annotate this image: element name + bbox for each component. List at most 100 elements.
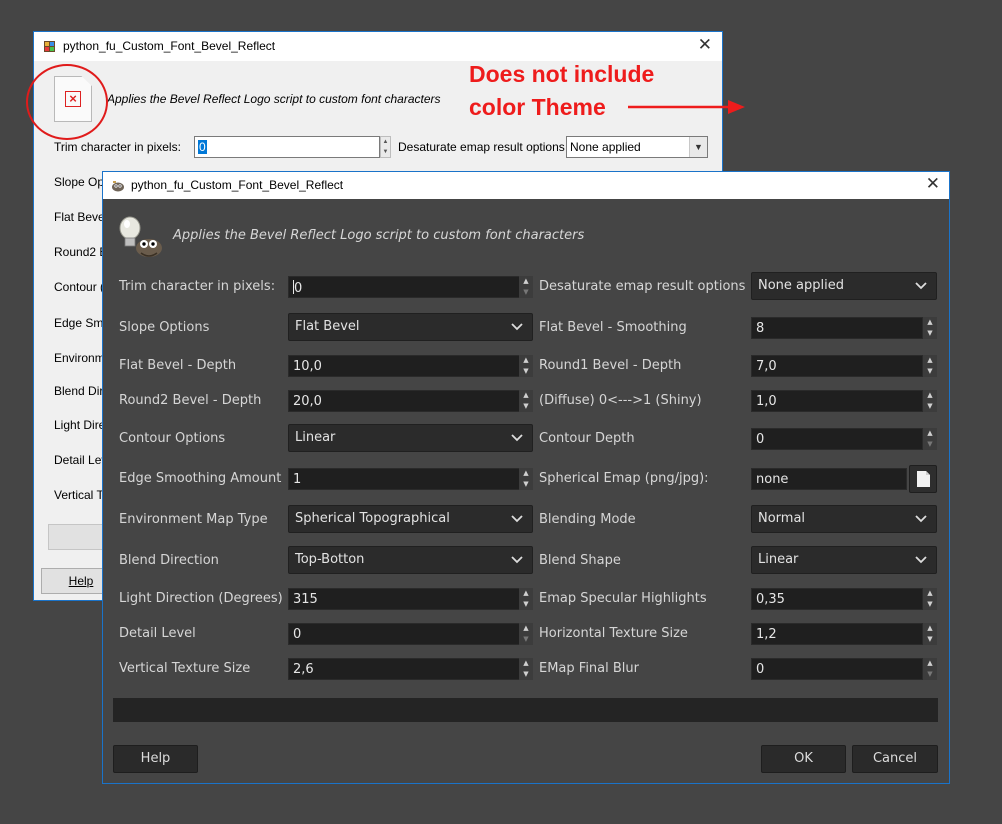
chevron-down-icon (915, 556, 927, 564)
trim-input[interactable]: 0 (194, 136, 380, 158)
chevron-down-icon (915, 515, 927, 523)
contour-options-combo[interactable]: Linear (288, 424, 533, 452)
highlight-circle (26, 64, 108, 140)
round1-bevel-depth-spinner[interactable]: ▲ ▼ (923, 355, 937, 377)
light-dialog-description: Applies the Bevel Reflect Logo script to… (107, 92, 441, 106)
desaturate-combo[interactable]: None applied ▼ (566, 136, 708, 158)
round1-bevel-depth-input[interactable]: 7,0 (751, 355, 923, 377)
annotation-text: Does not include color Theme (469, 61, 655, 120)
close-icon[interactable]: ✕ (698, 35, 712, 55)
horizontal-texture-size-spinner[interactable]: ▲ ▼ (923, 623, 937, 645)
spherical-emap-label: Spherical Emap (png/jpg): (539, 471, 709, 486)
gimp-icon (112, 181, 124, 192)
flat-bevel-depth-label: Flat Bevel - Depth (119, 358, 237, 373)
progress-bar (113, 698, 938, 722)
environment-map-type-label: Environment Map Type (119, 512, 268, 527)
diffuse-shiny-spinner[interactable]: ▲ ▼ (923, 390, 937, 412)
slope-options-label: Slope Options (119, 320, 210, 335)
flat-bevel-smoothing-spinner[interactable]: ▲ ▼ (923, 317, 937, 339)
contour-options-label: Contour Options (119, 431, 226, 446)
edge-smoothing-input[interactable]: 1 (288, 468, 521, 490)
detail-level-spinner[interactable]: ▲ ▼ (519, 623, 533, 645)
round1-bevel-depth-label: Round1 Bevel - Depth (539, 358, 682, 373)
partial-label: Environm (54, 351, 105, 365)
dark-dialog-description: Applies the Bevel Reflect Logo script to… (173, 228, 585, 243)
desaturate-label: Desaturate emap result options (539, 279, 746, 294)
contour-depth-input[interactable]: 0 (751, 428, 923, 450)
emap-specular-input[interactable]: 0,35 (751, 588, 923, 610)
emap-specular-label: Emap Specular Highlights (539, 591, 707, 606)
gimp-lightbulb-icon (119, 216, 162, 257)
light-direction-input[interactable]: 315 (288, 588, 521, 610)
partial-label: Contour ( (54, 280, 105, 294)
light-direction-spinner[interactable]: ▲ ▼ (519, 588, 533, 610)
edge-smoothing-spinner[interactable]: ▲ ▼ (519, 468, 533, 490)
trim-spinner[interactable]: ▲ ▼ (519, 276, 533, 298)
trim-input[interactable]: 0 (288, 276, 521, 298)
partial-label: Round2 B (54, 245, 108, 259)
diffuse-shiny-input[interactable]: 1,0 (751, 390, 923, 412)
edge-smoothing-label: Edge Smoothing Amount (119, 471, 282, 486)
environment-map-type-combo[interactable]: Spherical Topographical (288, 505, 533, 533)
partial-label: Slope Op (54, 175, 105, 189)
emap-final-blur-spinner[interactable]: ▲ ▼ (923, 658, 937, 680)
desaturate-combo[interactable]: None applied (751, 272, 937, 300)
dark-dialog-titlebar[interactable]: python_fu_Custom_Font_Bevel_Reflect ✕ (103, 172, 949, 199)
chevron-down-icon: ▼ (689, 137, 707, 157)
partial-label: Light Dire (54, 418, 106, 432)
blend-shape-label: Blend Shape (539, 553, 621, 568)
chevron-down-icon (511, 323, 523, 331)
horizontal-texture-size-label: Horizontal Texture Size (539, 626, 688, 641)
vertical-texture-size-label: Vertical Texture Size (119, 661, 251, 676)
emap-final-blur-input[interactable]: 0 (751, 658, 923, 680)
round2-bevel-depth-input[interactable]: 20,0 (288, 390, 521, 412)
detail-level-input[interactable]: 0 (288, 623, 521, 645)
partial-label: Detail Lev (54, 453, 108, 467)
light-dialog-titlebar[interactable]: python_fu_Custom_Font_Bevel_Reflect ✕ (34, 32, 722, 61)
vertical-texture-size-spinner[interactable]: ▲ ▼ (519, 658, 533, 680)
trim-label: Trim character in pixels: (54, 140, 181, 154)
diffuse-shiny-label: (Diffuse) 0<--->1 (Shiny) (539, 393, 702, 408)
round2-bevel-depth-label: Round2 Bevel - Depth (119, 393, 262, 408)
dark-theme-dialog: python_fu_Custom_Font_Bevel_Reflect ✕ Ap… (102, 171, 950, 784)
emap-final-blur-label: EMap Final Blur (539, 661, 639, 676)
light-direction-label: Light Direction (Degrees) (119, 591, 283, 606)
flat-bevel-smoothing-input[interactable]: 8 (751, 317, 923, 339)
partial-label: Blend Dir (54, 384, 104, 398)
detail-level-label: Detail Level (119, 626, 196, 641)
close-icon[interactable]: ✕ (926, 174, 940, 194)
desaturate-label: Desaturate emap result options (398, 140, 565, 154)
contour-depth-spinner[interactable]: ▲ ▼ (923, 428, 937, 450)
trim-label: Trim character in pixels: (119, 279, 276, 294)
light-dialog-title: python_fu_Custom_Font_Bevel_Reflect (63, 39, 276, 53)
file-open-button[interactable] (909, 465, 937, 493)
blending-mode-combo[interactable]: Normal (751, 505, 937, 533)
cancel-button[interactable]: Cancel (852, 745, 938, 773)
flat-bevel-depth-spinner[interactable]: ▲ ▼ (519, 355, 533, 377)
chevron-down-icon (511, 556, 523, 564)
blend-direction-combo[interactable]: Top-Botton (288, 546, 533, 574)
chevron-down-icon (511, 434, 523, 442)
trim-spinner[interactable]: ▲ ▼ (380, 136, 391, 158)
spherical-emap-input[interactable]: none (751, 468, 907, 490)
ok-button[interactable]: OK (761, 745, 846, 773)
help-button[interactable]: Help (113, 745, 198, 773)
flat-bevel-smoothing-label: Flat Bevel - Smoothing (539, 320, 687, 335)
slope-options-combo[interactable]: Flat Bevel (288, 313, 533, 341)
blend-direction-label: Blend Direction (119, 553, 219, 568)
document-icon (917, 471, 930, 487)
chevron-down-icon (511, 515, 523, 523)
vertical-texture-size-input[interactable]: 2,6 (288, 658, 521, 680)
flat-bevel-depth-input[interactable]: 10,0 (288, 355, 521, 377)
horizontal-texture-size-input[interactable]: 1,2 (751, 623, 923, 645)
arrow-icon (628, 100, 745, 114)
partial-label: Vertical T (54, 488, 104, 502)
contour-depth-label: Contour Depth (539, 431, 635, 446)
blend-shape-combo[interactable]: Linear (751, 546, 937, 574)
round2-bevel-depth-spinner[interactable]: ▲ ▼ (519, 390, 533, 412)
gimp-app-icon (44, 41, 55, 52)
emap-specular-spinner[interactable]: ▲ ▼ (923, 588, 937, 610)
dark-dialog-title: python_fu_Custom_Font_Bevel_Reflect (131, 178, 344, 192)
blending-mode-label: Blending Mode (539, 512, 636, 527)
chevron-down-icon (915, 282, 927, 290)
